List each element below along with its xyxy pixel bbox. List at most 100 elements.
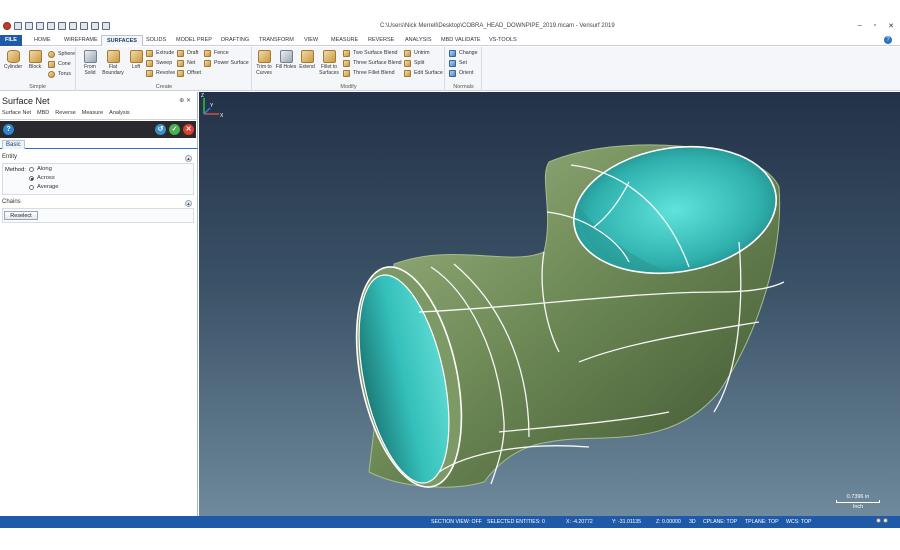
tab-solids[interactable]: SOLIDS [141, 35, 171, 46]
ribbon-group-create: From Solid Flat Boundary Loft Extrude Sw… [77, 47, 252, 91]
cancel-icon[interactable]: ✕ [183, 124, 194, 135]
edit-surface-icon [404, 70, 411, 77]
panel-tab-surface-net[interactable]: Surface Net [2, 110, 31, 119]
redo-icon[interactable] [91, 22, 99, 30]
sphere-button[interactable]: Sphere [48, 50, 75, 59]
draft-button[interactable]: Draft [177, 49, 198, 58]
two-surface-blend-button[interactable]: Two Surface Blend [343, 49, 397, 58]
radio-across[interactable]: Across [29, 174, 55, 183]
selected-entities-status[interactable]: SELECTED ENTITIES: 0 [487, 519, 545, 525]
reselect-button[interactable]: Reselect [4, 211, 38, 220]
trim-to-curves-button[interactable]: Trim to Curves [253, 50, 275, 76]
tab-surfaces[interactable]: SURFACES [101, 35, 143, 46]
view-mode[interactable]: 3D [689, 519, 696, 525]
tab-wireframe[interactable]: WIREFRAME [59, 35, 103, 46]
fillet-to-surfaces-button[interactable]: Fillet to Surfaces [316, 50, 342, 76]
help-icon[interactable]: ? [884, 36, 892, 44]
flat-boundary-button[interactable]: Flat Boundary [101, 50, 125, 76]
maximize-button[interactable]: ▫ [874, 22, 876, 30]
revolve-button[interactable]: Revolve [146, 69, 175, 78]
sweep-button[interactable]: Sweep [146, 59, 172, 68]
draft-icon [177, 50, 184, 57]
panel-tab-mbd[interactable]: MBD [37, 110, 49, 119]
help-icon[interactable]: ? [3, 124, 14, 135]
extend-button[interactable]: Extend [296, 50, 318, 70]
open-folder-icon[interactable] [25, 22, 33, 30]
panel-tab-reverse[interactable]: Reverse [55, 110, 75, 119]
power-surface-button[interactable]: Power Surface [204, 59, 249, 68]
tab-basic[interactable]: Basic [2, 140, 25, 149]
panel-pin-close[interactable]: ⊕ ✕ [179, 97, 191, 104]
undo-icon[interactable] [80, 22, 88, 30]
three-surface-blend-button[interactable]: Three Surface Blend [343, 59, 402, 68]
new-file-icon[interactable] [14, 22, 22, 30]
panel-tab-analysis[interactable]: Analysis [109, 110, 129, 119]
fillet-to-surfaces-icon [322, 50, 336, 63]
torus-button[interactable]: Torus [48, 70, 71, 79]
three-fillet-blend-button[interactable]: Three Fillet Blend [343, 69, 395, 78]
edit-surface-button[interactable]: Edit Surface [404, 69, 443, 78]
fence-button[interactable]: Fence [204, 49, 229, 58]
cylinder-button[interactable]: Cylinder [2, 50, 24, 70]
app-logo-icon[interactable] [3, 22, 11, 30]
split-icon [404, 60, 411, 67]
shaded-view-icon[interactable] [876, 518, 881, 523]
tab-measure[interactable]: MEASURE [326, 35, 363, 46]
set-normals-button[interactable]: Set [449, 59, 467, 68]
ok-icon[interactable]: ✓ [169, 124, 180, 135]
tab-mbd-validate[interactable]: MBD VALIDATE [436, 35, 486, 46]
save-icon[interactable] [36, 22, 44, 30]
radio-along[interactable]: Along [29, 165, 52, 174]
collapse-chevron-icon[interactable]: ▲ [185, 200, 192, 207]
cone-icon [48, 61, 55, 68]
loft-icon [129, 50, 143, 63]
tab-reverse[interactable]: REVERSE [363, 35, 399, 46]
graphics-viewport[interactable]: Z X Y 0.7396 in Inch [199, 92, 900, 516]
extrude-button[interactable]: Extrude [146, 49, 174, 58]
panel-tabs: Surface Net MBD Reverse Measure Analysis [0, 110, 198, 120]
loft-button[interactable]: Loft [125, 50, 147, 70]
change-normals-button[interactable]: Change [449, 49, 478, 58]
apply-icon[interactable]: ↺ [155, 124, 166, 135]
untrim-icon [404, 50, 411, 57]
save-as-icon[interactable] [47, 22, 55, 30]
svg-text:X: X [220, 113, 224, 119]
close-button[interactable]: ✕ [888, 22, 894, 30]
collapse-chevron-icon[interactable]: ▲ [185, 155, 192, 162]
wireframe-view-icon[interactable] [883, 518, 888, 523]
tab-view[interactable]: VIEW [299, 35, 323, 46]
from-solid-button[interactable]: From Solid [79, 50, 101, 76]
customize-icon[interactable] [102, 22, 110, 30]
orient-normals-button[interactable]: Orient [449, 69, 473, 78]
entity-section-header[interactable]: Entity ▲ [2, 154, 194, 163]
chains-section-header[interactable]: Chains ▲ [2, 199, 194, 208]
tab-transform[interactable]: TRANSFORM [254, 35, 299, 46]
radio-average[interactable]: Average [29, 183, 59, 192]
tab-drafting[interactable]: DRAFTING [216, 35, 254, 46]
minimize-button[interactable]: – [858, 22, 862, 30]
window-controls: – ▫ ✕ [858, 22, 894, 30]
tab-analysis[interactable]: ANALYSIS [400, 35, 437, 46]
wcs-status[interactable]: WCS: TOP [786, 519, 811, 525]
cone-button[interactable]: Cone [48, 60, 71, 69]
tab-file[interactable]: FILE [0, 35, 22, 46]
split-button[interactable]: Split [404, 59, 424, 68]
scale-line [836, 500, 880, 503]
fill-holes-button[interactable]: Fill Holes [275, 50, 297, 70]
cplane-status[interactable]: CPLANE: TOP [703, 519, 737, 525]
tab-model-prep[interactable]: MODEL PREP [171, 35, 217, 46]
quick-access-toolbar [3, 22, 110, 30]
tab-home[interactable]: HOME [29, 35, 56, 46]
panel-title: Surface Net [2, 96, 50, 106]
untrim-button[interactable]: Untrim [404, 49, 430, 58]
panel-tab-measure[interactable]: Measure [82, 110, 103, 119]
section-view-status[interactable]: SECTION VIEW: OFF [431, 519, 482, 525]
print-icon[interactable] [58, 22, 66, 30]
tplane-status[interactable]: TPLANE: TOP [745, 519, 779, 525]
net-button[interactable]: Net [177, 59, 195, 68]
tab-vs-tools[interactable]: VS-TOOLS [484, 35, 522, 46]
radio-average-circle [29, 185, 34, 190]
print-preview-icon[interactable] [69, 22, 77, 30]
offset-button[interactable]: Offset [177, 69, 201, 78]
block-button[interactable]: Block [24, 50, 46, 70]
